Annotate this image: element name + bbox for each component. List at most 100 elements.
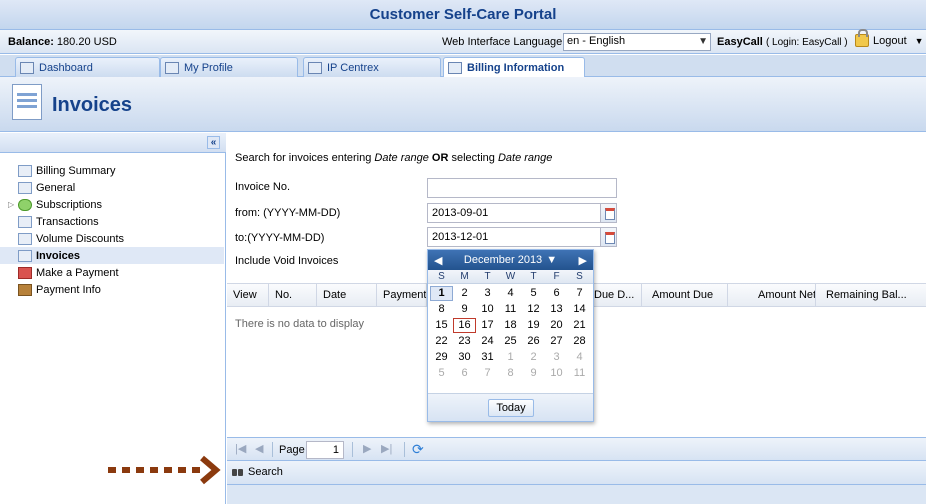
tab-dashboard[interactable]: Dashboard: [15, 57, 160, 77]
tab-billing-information[interactable]: Billing Information: [443, 57, 585, 78]
calendar-icon[interactable]: [600, 227, 617, 247]
calendar-day[interactable]: 20: [545, 318, 568, 333]
prev-month-icon[interactable]: ◀: [434, 254, 442, 267]
sidebar-item-payment-info[interactable]: Payment Info: [10, 281, 224, 298]
calendar-day[interactable]: 24: [476, 334, 499, 349]
expand-arrow-icon[interactable]: ▷: [8, 200, 14, 209]
chevron-down-icon[interactable]: ▼: [546, 254, 557, 266]
calendar-day[interactable]: 9: [522, 366, 545, 381]
annotation-arrow-icon: [108, 455, 221, 485]
column-header-amount-net[interactable]: Amount Net: [728, 284, 816, 307]
calendar-day[interactable]: 6: [453, 366, 476, 381]
calendar-day[interactable]: 1: [430, 286, 453, 301]
calendar-day[interactable]: 10: [476, 302, 499, 317]
calendar-day[interactable]: 16: [453, 318, 476, 333]
prev-page-icon[interactable]: ◀: [255, 442, 263, 455]
calendar-day[interactable]: 4: [499, 286, 522, 301]
calendar-day[interactable]: 11: [568, 366, 591, 381]
calendar-day[interactable]: 15: [430, 318, 453, 333]
calendar-day[interactable]: 12: [522, 302, 545, 317]
weekday-label: M: [460, 271, 469, 282]
column-header-payment[interactable]: Payment: [377, 284, 427, 307]
calendar-day[interactable]: 31: [476, 350, 499, 365]
search-toolbar: Search: [227, 461, 926, 485]
sidebar-item-invoices[interactable]: Invoices: [0, 247, 224, 264]
calendar-day[interactable]: 10: [545, 366, 568, 381]
today-button[interactable]: Today: [488, 399, 534, 417]
calendar-day[interactable]: 29: [430, 350, 453, 365]
calendar-day[interactable]: 5: [430, 366, 453, 381]
collapse-button[interactable]: «: [207, 136, 220, 149]
calendar-day[interactable]: 14: [568, 302, 591, 317]
column-header-no[interactable]: No.: [269, 284, 317, 307]
calendar-day[interactable]: 25: [499, 334, 522, 349]
calendar-day[interactable]: 4: [568, 350, 591, 365]
calendar-day[interactable]: 27: [545, 334, 568, 349]
calendar-day[interactable]: 6: [545, 286, 568, 301]
hint-or: OR: [428, 152, 452, 164]
calendar-day[interactable]: 3: [476, 286, 499, 301]
sidebar-item-volume-discounts[interactable]: Volume Discounts: [10, 230, 224, 247]
invoice-icon: [12, 84, 42, 120]
sidebar-item-label: Transactions: [36, 215, 99, 228]
calendar-day[interactable]: 7: [568, 286, 591, 301]
calendar-day[interactable]: 19: [522, 318, 545, 333]
calendar-day[interactable]: 7: [476, 366, 499, 381]
calendar-day[interactable]: 11: [499, 302, 522, 317]
sidebar-item-general[interactable]: General: [10, 179, 224, 196]
calendar-day[interactable]: 13: [545, 302, 568, 317]
user-name: EasyCall: [717, 36, 763, 48]
column-header-view[interactable]: View: [227, 284, 269, 307]
balance: Balance: 180.20 USD: [8, 36, 117, 48]
tab-label: IP Centrex: [327, 61, 379, 74]
calendar-day[interactable]: 26: [522, 334, 545, 349]
column-header-amount-due[interactable]: Amount Due: [642, 284, 728, 307]
calendar-day[interactable]: 9: [453, 302, 476, 317]
calendar-day[interactable]: 2: [522, 350, 545, 365]
last-page-icon[interactable]: ▶|: [381, 442, 392, 455]
calendar-day[interactable]: 23: [453, 334, 476, 349]
month-label[interactable]: December 2013: [464, 254, 542, 266]
calendar-day[interactable]: 21: [568, 318, 591, 333]
calendar-day[interactable]: 18: [499, 318, 522, 333]
calendar-day[interactable]: 5: [522, 286, 545, 301]
invoice-no-input[interactable]: [427, 178, 617, 198]
next-month-icon[interactable]: ▶: [579, 254, 587, 267]
logout-button[interactable]: Logout ▼: [855, 29, 924, 47]
sidebar-item-subscriptions[interactable]: ▷ Subscriptions: [8, 196, 224, 213]
calendar-day[interactable]: 8: [430, 302, 453, 317]
sidebar-item-make-a-payment[interactable]: Make a Payment: [10, 264, 224, 281]
chevron-down-icon: ▼: [698, 36, 708, 47]
hint-text: Search for invoices entering: [235, 152, 375, 164]
chevron-down-icon: ▼: [914, 35, 924, 46]
column-header-remaining-balance[interactable]: Remaining Bal...: [816, 284, 926, 307]
sidebar-item-transactions[interactable]: Transactions: [10, 213, 224, 230]
to-date-input[interactable]: 2013-12-01: [427, 227, 617, 247]
calendar-day[interactable]: 28: [568, 334, 591, 349]
tab-ip-centrex[interactable]: IP Centrex: [303, 57, 441, 77]
calendar-day[interactable]: 1: [499, 350, 522, 365]
calendar-day[interactable]: 8: [499, 366, 522, 381]
calendar-day[interactable]: 2: [453, 286, 476, 301]
search-button[interactable]: Search: [232, 466, 283, 478]
page-number-input[interactable]: 1: [306, 441, 344, 459]
column-header-date[interactable]: Date: [317, 284, 377, 307]
language-select[interactable]: en - English ▼: [563, 33, 711, 51]
from-date-input[interactable]: 2013-09-01: [427, 203, 617, 223]
empty-grid-message: There is no data to display: [235, 318, 365, 330]
sidebar-item-label: Volume Discounts: [36, 232, 125, 245]
calendar-day[interactable]: 17: [476, 318, 499, 333]
refresh-icon[interactable]: ⟳: [412, 441, 424, 458]
calendar-day[interactable]: 3: [545, 350, 568, 365]
next-page-icon[interactable]: ▶: [363, 442, 371, 455]
tab-my-profile[interactable]: My Profile: [160, 57, 298, 77]
sidebar-header: «: [0, 133, 226, 153]
calendar-day[interactable]: 30: [453, 350, 476, 365]
calendar-icon[interactable]: [600, 203, 617, 223]
document-icon: [448, 62, 462, 74]
subscriptions-icon: [18, 198, 32, 211]
column-header-due-date[interactable]: Due D...: [594, 284, 642, 307]
first-page-icon[interactable]: |◀: [235, 442, 246, 455]
calendar-day[interactable]: 22: [430, 334, 453, 349]
sidebar-item-billing-summary[interactable]: Billing Summary: [10, 162, 224, 179]
